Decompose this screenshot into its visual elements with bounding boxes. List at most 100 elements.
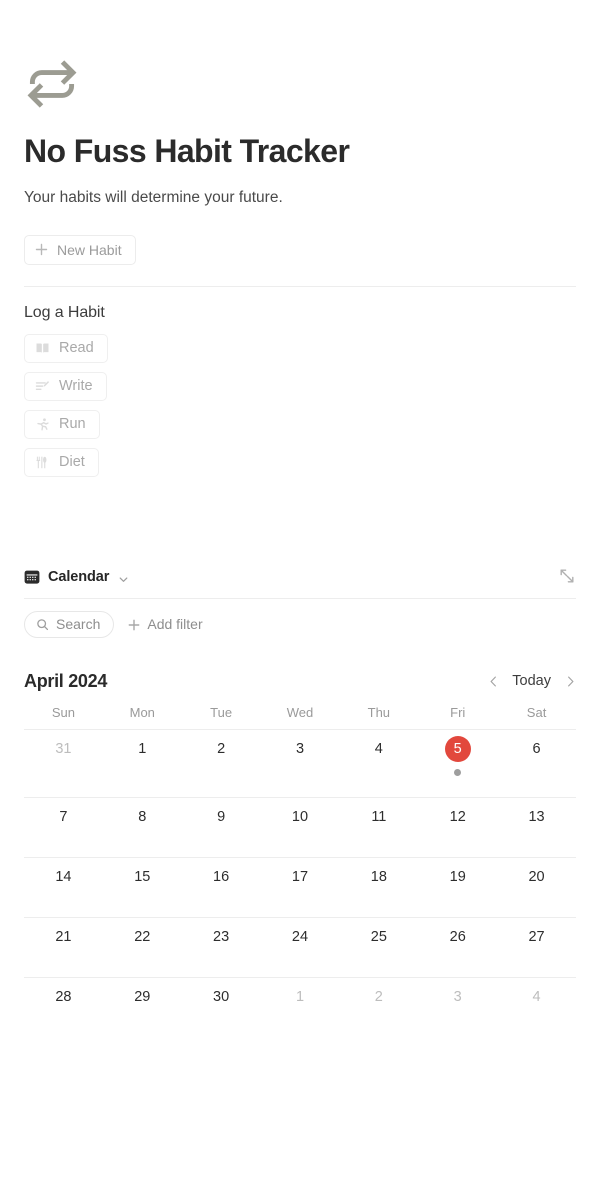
day-number: 1 — [295, 988, 305, 1005]
search-icon — [36, 618, 49, 631]
day-number: 29 — [134, 988, 151, 1005]
calendar-day-cell[interactable]: 30 — [182, 978, 261, 1037]
calendar-month-bar: April 2024 Today — [0, 659, 600, 703]
calendar-day-cell[interactable]: 2 — [182, 730, 261, 797]
prev-month-button[interactable] — [487, 674, 499, 688]
habit-button-list: Read Write Run Diet — [24, 333, 576, 477]
calendar-week-row: 21 22 23 24 25 26 27 — [24, 917, 576, 977]
weekday-label: Sun — [51, 705, 75, 720]
calendar-week-row: 28 29 30 1 2 3 4 — [24, 977, 576, 1037]
day-number: 13 — [528, 808, 545, 825]
calendar-day-cell[interactable]: 1 — [261, 978, 340, 1037]
calendar-day-cell[interactable]: 29 — [103, 978, 182, 1037]
next-month-button[interactable] — [564, 674, 576, 688]
calendar-day-cell[interactable]: 18 — [339, 858, 418, 917]
calendar-day-cell[interactable]: 3 — [261, 730, 340, 797]
calendar-day-cell[interactable]: 9 — [182, 798, 261, 857]
calendar-week-row: 14 15 16 17 18 19 20 — [24, 857, 576, 917]
new-habit-label: New Habit — [57, 241, 122, 258]
day-number: 28 — [55, 988, 72, 1005]
calendar-day-cell[interactable]: 1 — [103, 730, 182, 797]
calendar-day-cell[interactable]: 17 — [261, 858, 340, 917]
add-filter-label: Add filter — [147, 616, 203, 632]
day-number: 31 — [55, 740, 72, 757]
habit-button-write[interactable]: Write — [24, 371, 107, 401]
calendar-day-cell[interactable]: 4 — [339, 730, 418, 797]
calendar-day-cell[interactable]: 31 — [24, 730, 103, 797]
add-filter-button[interactable]: Add filter — [128, 616, 203, 632]
calendar-day-cell[interactable]: 6 — [497, 730, 576, 797]
day-number: 7 — [59, 808, 68, 825]
habit-button-diet[interactable]: Diet — [24, 447, 99, 477]
day-number: 5 — [444, 736, 471, 762]
calendar-day-cell[interactable]: 14 — [24, 858, 103, 917]
book-icon — [35, 341, 50, 356]
weekday-label: Fri — [450, 705, 466, 720]
calendar-day-cell[interactable]: 8 — [103, 798, 182, 857]
calendar-day-cell[interactable]: 19 — [418, 858, 497, 917]
new-habit-button[interactable]: New Habit — [24, 234, 136, 265]
calendar-day-cell[interactable]: 15 — [103, 858, 182, 917]
habit-button-read[interactable]: Read — [24, 333, 108, 363]
weekday-label: Wed — [286, 705, 314, 720]
today-button[interactable]: Today — [512, 673, 551, 689]
calendar-day-cell[interactable]: 10 — [261, 798, 340, 857]
calendar-day-cell[interactable]: 24 — [261, 918, 340, 977]
calendar-day-cell[interactable]: 7 — [24, 798, 103, 857]
calendar-day-cell[interactable]: 16 — [182, 858, 261, 917]
calendar-day-cell[interactable]: 13 — [497, 798, 576, 857]
calendar-block: Calendar Search Add filter April 2024 To… — [0, 556, 600, 1037]
day-number: 2 — [374, 988, 383, 1005]
day-number: 26 — [449, 928, 466, 945]
calendar-day-cell[interactable]: 3 — [418, 978, 497, 1037]
calendar-day-cell[interactable]: 4 — [497, 978, 576, 1037]
calendar-week-row: 7 8 9 10 11 12 13 — [24, 797, 576, 857]
log-habit-section: Log a Habit Read Write Run Diet — [0, 304, 600, 477]
log-habit-title: Log a Habit — [24, 303, 105, 321]
search-input[interactable]: Search — [24, 610, 115, 638]
day-number: 21 — [55, 928, 72, 945]
calendar-day-cell[interactable]: 23 — [182, 918, 261, 977]
day-number: 8 — [138, 808, 147, 825]
plus-icon — [35, 243, 48, 256]
calendar-day-cell[interactable]: 26 — [418, 918, 497, 977]
expand-diagonal-icon[interactable] — [558, 567, 576, 585]
day-number: 14 — [55, 868, 72, 885]
weekday-label: Tue — [210, 705, 233, 720]
header-divider — [24, 285, 576, 287]
day-number: 1 — [138, 740, 147, 757]
weekday-header-row: Sun Mon Tue Wed Thu Fri Sat — [0, 705, 600, 729]
weekday-label: Sat — [526, 705, 547, 720]
day-number: 15 — [134, 868, 151, 885]
calendar-day-cell[interactable]: 28 — [24, 978, 103, 1037]
pencil-lines-icon — [35, 379, 50, 394]
month-label: April 2024 — [24, 670, 108, 691]
calendar-day-today[interactable]: 5 — [418, 730, 497, 797]
day-number: 16 — [213, 868, 230, 885]
day-number: 30 — [213, 988, 230, 1005]
calendar-day-cell[interactable]: 20 — [497, 858, 576, 917]
day-number: 19 — [449, 868, 466, 885]
page-subtitle: Your habits will determine your future. — [24, 188, 283, 206]
page-header: No Fuss Habit Tracker Your habits will d… — [0, 0, 600, 265]
calendar-view-bar: Calendar — [0, 556, 600, 598]
calendar-day-cell[interactable]: 25 — [339, 918, 418, 977]
day-number: 25 — [370, 928, 387, 945]
calendar-day-cell[interactable]: 2 — [339, 978, 418, 1037]
habit-label: Write — [59, 378, 93, 395]
calendar-day-cell[interactable]: 27 — [497, 918, 576, 977]
calendar-day-cell[interactable]: 22 — [103, 918, 182, 977]
view-selector[interactable]: Calendar — [24, 569, 129, 585]
calendar-icon — [24, 569, 40, 585]
day-number: 12 — [449, 808, 466, 825]
view-name-label: Calendar — [48, 569, 110, 585]
chevron-down-icon — [118, 572, 129, 583]
event-indicator-dot — [454, 769, 462, 776]
day-number: 24 — [291, 928, 309, 945]
day-number: 17 — [291, 868, 309, 885]
calendar-day-cell[interactable]: 12 — [418, 798, 497, 857]
plus-icon — [128, 618, 140, 631]
habit-button-run[interactable]: Run — [24, 409, 100, 439]
calendar-day-cell[interactable]: 21 — [24, 918, 103, 977]
calendar-day-cell[interactable]: 11 — [339, 798, 418, 857]
